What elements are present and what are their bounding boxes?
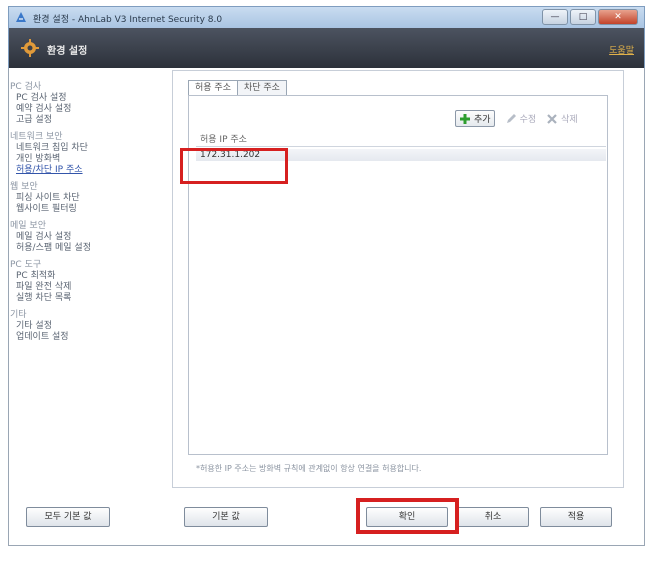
sidebar-category: 기타 <box>10 310 27 320</box>
sidebar-section-pc-scan: PC 검사 PC 검사 설정 예약 검사 설정 고급 설정 <box>10 82 165 126</box>
sidebar-item-advanced-settings[interactable]: 고급 설정 <box>10 115 165 126</box>
tab-blocked-addresses[interactable]: 차단 주소 <box>236 80 287 95</box>
help-link[interactable]: 도움말 <box>609 43 634 56</box>
add-button[interactable]: 추가 <box>455 110 495 127</box>
sidebar-category: 웹 보안 <box>10 182 38 192</box>
window-controls: — □ ✕ <box>542 9 638 25</box>
sidebar-item-scheduled-scan[interactable]: 예약 검사 설정 <box>10 104 165 115</box>
edit-button[interactable]: 수정 <box>505 112 537 125</box>
close-button[interactable]: ✕ <box>598 9 638 25</box>
apply-button[interactable]: 적용 <box>540 507 612 527</box>
sidebar-category: PC 검사 <box>10 82 42 92</box>
footnote-text: *허용한 IP 주소는 방화벽 규칙에 관계없이 항상 연결을 허용합니다. <box>196 464 422 473</box>
sidebar-item-update-settings[interactable]: 업데이트 설정 <box>10 332 165 343</box>
settings-header: 환경 설정 도움말 <box>8 28 645 68</box>
settings-gear-icon <box>21 39 39 57</box>
defaults-button[interactable]: 기본 값 <box>184 507 268 527</box>
minimize-button[interactable]: — <box>542 9 568 25</box>
sidebar-item-pc-optimization[interactable]: PC 최적화 <box>10 271 165 282</box>
sidebar-item-other-settings[interactable]: 기타 설정 <box>10 321 165 332</box>
sidebar-category: 네트워크 보안 <box>10 132 63 142</box>
delete-button-label: 삭제 <box>561 115 578 125</box>
pencil-icon <box>506 113 516 123</box>
delete-x-icon <box>547 113 557 124</box>
sidebar-item-mail-scan[interactable]: 메일 검사 설정 <box>10 232 165 243</box>
sidebar-section-pc-tools: PC 도구 PC 최적화 파일 완전 삭제 실행 차단 목록 <box>10 260 165 304</box>
sidebar-item-intrusion-blocking[interactable]: 네트워크 침입 차단 <box>10 143 165 154</box>
tab-allowed-addresses[interactable]: 허용 주소 <box>188 80 238 95</box>
settings-sidebar: PC 검사 PC 검사 설정 예약 검사 설정 고급 설정 네트워크 보안 네트… <box>10 82 165 349</box>
add-button-label: 추가 <box>474 115 491 125</box>
all-defaults-button[interactable]: 모두 기본 값 <box>26 507 110 527</box>
column-header-allowed-ip[interactable]: 허용 IP 주소 <box>196 134 606 146</box>
sidebar-item-allow-block-ip[interactable]: 허용/차단 IP 주소 <box>10 165 165 176</box>
cancel-button[interactable]: 취소 <box>457 507 529 527</box>
sidebar-section-network-security: 네트워크 보안 네트워크 침입 차단 개인 방화벽 허용/차단 IP 주소 <box>10 132 165 176</box>
ok-highlight-box <box>356 498 459 534</box>
sidebar-item-execution-block-list[interactable]: 실행 차단 목록 <box>10 293 165 304</box>
title-bar: 환경 설정 - AhnLab V3 Internet Security 8.0 … <box>8 6 645 28</box>
sidebar-item-website-filtering[interactable]: 웹사이트 필터링 <box>10 204 165 215</box>
sidebar-section-web-security: 웹 보안 피싱 사이트 차단 웹사이트 필터링 <box>10 182 165 215</box>
sidebar-item-spam-settings[interactable]: 허용/스팸 메일 설정 <box>10 243 165 254</box>
sidebar-item-pc-scan-settings[interactable]: PC 검사 설정 <box>10 93 165 104</box>
sidebar-item-personal-firewall[interactable]: 개인 방화벽 <box>10 154 165 165</box>
edit-button-label: 수정 <box>519 115 537 125</box>
maximize-button[interactable]: □ <box>570 9 596 25</box>
list-toolbar: 추가 수정 삭제 <box>455 110 578 127</box>
sidebar-category: 메일 보안 <box>10 221 46 231</box>
sidebar-section-mail-security: 메일 보안 메일 검사 설정 허용/스팸 메일 설정 <box>10 221 165 254</box>
sidebar-item-phishing-block[interactable]: 피싱 사이트 차단 <box>10 193 165 204</box>
ip-highlight-box <box>180 148 288 184</box>
header-title: 환경 설정 <box>47 46 88 57</box>
delete-button[interactable]: 삭제 <box>546 112 578 125</box>
header-divider <box>196 146 606 147</box>
sidebar-item-file-shredder[interactable]: 파일 완전 삭제 <box>10 282 165 293</box>
sidebar-category: PC 도구 <box>10 260 42 270</box>
ip-tabs: 허용 주소 차단 주소 <box>188 80 287 95</box>
plus-icon <box>460 113 470 124</box>
sidebar-section-other: 기타 기타 설정 업데이트 설정 <box>10 310 165 343</box>
window-title: 환경 설정 - AhnLab V3 Internet Security 8.0 <box>33 15 223 25</box>
app-icon <box>16 12 26 22</box>
